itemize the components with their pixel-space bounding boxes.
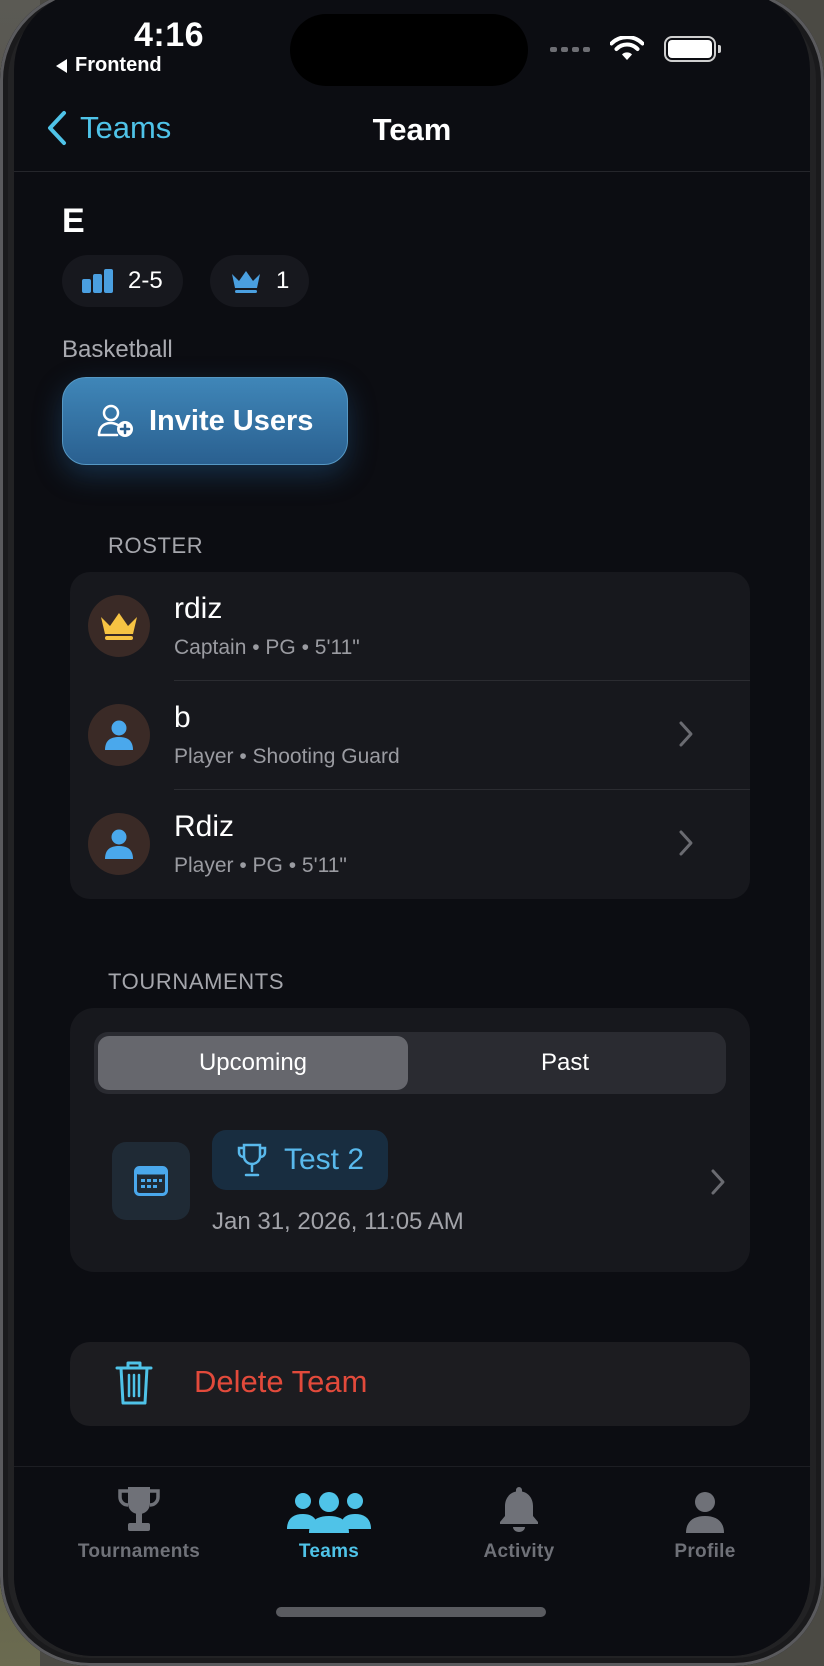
captain-count-badge: 1: [210, 255, 310, 307]
dynamic-island: [290, 14, 528, 86]
team-sport: Basketball: [62, 336, 173, 363]
delete-team-label: Delete Team: [194, 1364, 368, 1399]
person-icon: [686, 1492, 724, 1533]
invite-users-button[interactable]: Invite Users: [62, 377, 348, 465]
tournament-segmented-control: Upcoming Past: [94, 1032, 726, 1094]
avatar: [88, 813, 150, 875]
status-icons: [550, 36, 721, 62]
team-name: E: [62, 202, 85, 240]
tournaments-card: Upcoming Past Test 2 Jan 31, 2026, 11:05…: [70, 1008, 750, 1272]
segment-upcoming[interactable]: Upcoming: [98, 1036, 408, 1090]
member-name: b: [174, 701, 191, 734]
tab-label: Profile: [674, 1541, 736, 1562]
chevron-right-icon: [679, 830, 693, 856]
bar-chart-icon: [82, 269, 113, 293]
phone-screen: 4:16 Frontend Teams Team E 2-5 1 Basketb…: [14, 0, 810, 1656]
roster-list: rdiz Captain • PG • 5'11" b Player • Sho…: [70, 572, 750, 899]
home-indicator: [276, 1607, 546, 1617]
status-bar: 4:16 Frontend: [14, 0, 810, 86]
segment-past[interactable]: Past: [408, 1036, 722, 1090]
chevron-right-icon: [711, 1169, 725, 1195]
roster-row-player[interactable]: Rdiz Player • PG • 5'11": [70, 790, 750, 899]
tournament-date: Jan 31, 2026, 11:05 AM: [212, 1208, 464, 1235]
chevron-right-icon: [679, 721, 693, 747]
navigation-bar: Teams Team: [14, 100, 810, 172]
captain-count-value: 1: [276, 267, 290, 294]
back-app-label: Frontend: [75, 54, 162, 76]
trophy-icon: [118, 1487, 160, 1531]
member-subtitle: Player • PG • 5'11": [174, 854, 347, 877]
tab-label: Activity: [483, 1541, 555, 1562]
back-triangle-icon: [56, 58, 67, 73]
battery-icon: [664, 36, 721, 62]
member-name: rdiz: [174, 592, 223, 625]
bell-icon: [500, 1487, 538, 1532]
tab-profile[interactable]: Profile: [610, 1481, 800, 1563]
tab-label: Teams: [298, 1541, 360, 1562]
tournament-name-badge: Test 2: [212, 1130, 389, 1190]
crown-icon: [232, 271, 260, 293]
roster-row-player[interactable]: b Player • Shooting Guard: [70, 681, 750, 790]
people-icon: [287, 1492, 371, 1533]
calendar-icon-box: [112, 1142, 190, 1220]
tab-teams[interactable]: Teams: [234, 1481, 424, 1563]
add-person-icon: [97, 404, 133, 437]
wifi-icon: [610, 36, 644, 60]
member-subtitle: Player • Shooting Guard: [174, 745, 400, 768]
record-value: 2-5: [128, 267, 163, 294]
trophy-icon: [237, 1143, 267, 1177]
crown-icon: [101, 613, 137, 640]
person-icon: [105, 829, 133, 859]
member-name: Rdiz: [174, 810, 235, 843]
tab-tournaments[interactable]: Tournaments: [44, 1481, 234, 1563]
page-title: Team: [372, 112, 452, 147]
tournament-name: Test 2: [284, 1143, 365, 1176]
tournaments-header: TOURNAMENTS: [108, 969, 285, 994]
invite-users-label: Invite Users: [149, 404, 314, 437]
avatar: [88, 704, 150, 766]
person-icon: [105, 720, 133, 750]
record-badge: 2-5: [62, 255, 183, 307]
roster-header: ROSTER: [108, 533, 204, 558]
roster-row-captain[interactable]: rdiz Captain • PG • 5'11": [70, 572, 750, 681]
status-time: 4:16: [134, 16, 205, 54]
tab-label: Tournaments: [77, 1541, 201, 1562]
member-subtitle: Captain • PG • 5'11": [174, 636, 360, 659]
cellular-signal-icon: [550, 46, 590, 52]
tab-activity[interactable]: Activity: [424, 1481, 614, 1563]
tab-bar: Tournaments Teams Activity Profile: [14, 1466, 810, 1656]
calendar-icon: [134, 1166, 168, 1196]
avatar: [88, 595, 150, 657]
back-to-app-link[interactable]: Frontend: [56, 54, 162, 77]
delete-team-button[interactable]: Delete Team: [70, 1342, 750, 1426]
trash-icon: [115, 1361, 153, 1405]
